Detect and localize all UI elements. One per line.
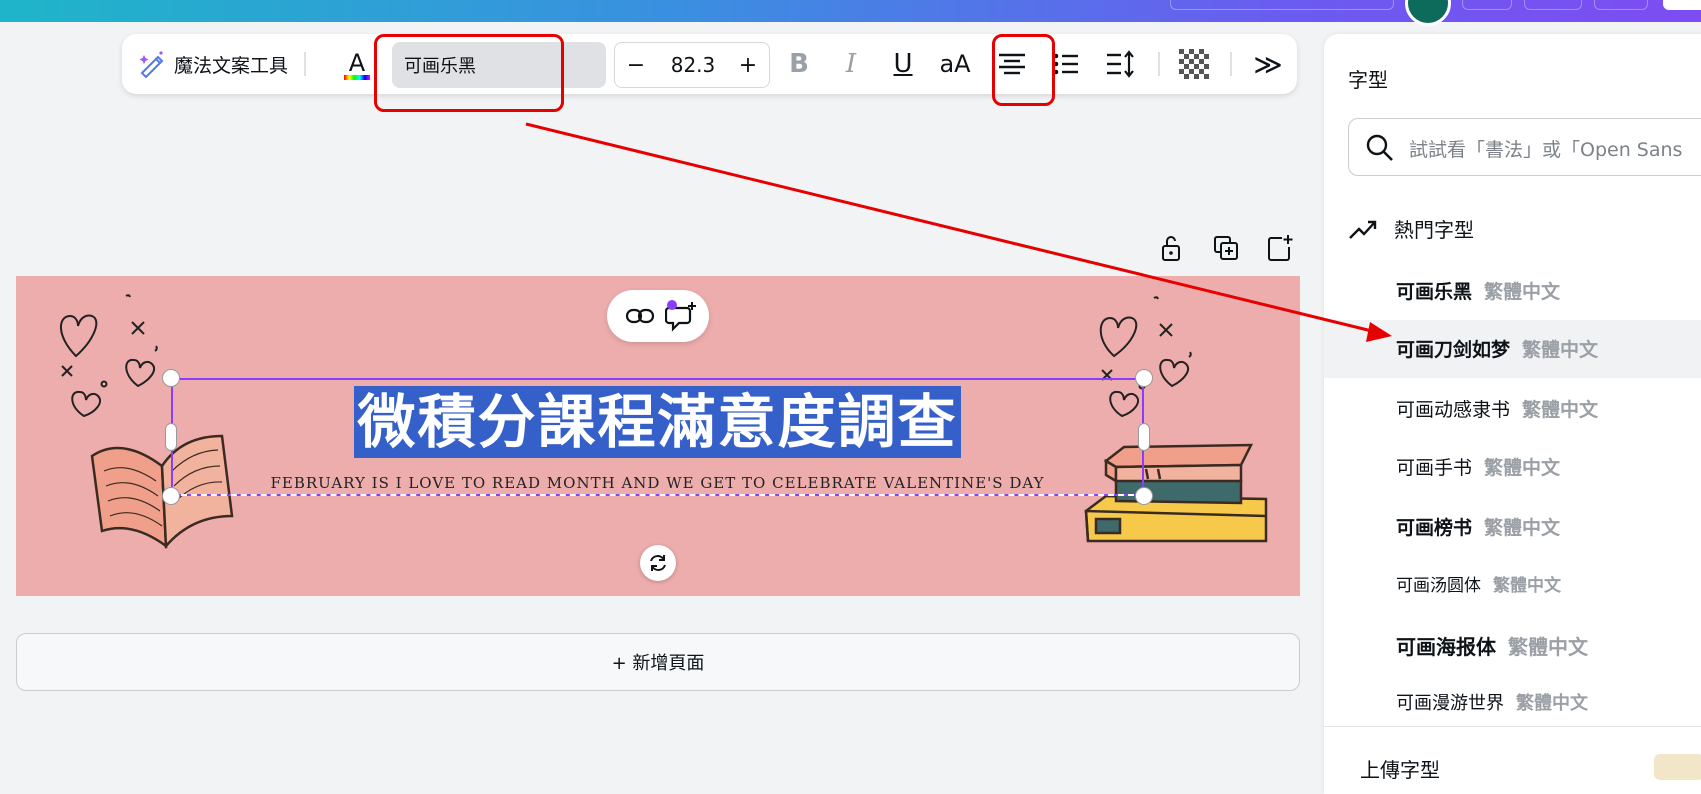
premium-badge	[1654, 754, 1701, 780]
font-option[interactable]: 可画漫游世界 繁體中文	[1324, 674, 1701, 732]
bold-button[interactable]: B	[784, 48, 814, 80]
resize-handle-top-left[interactable]	[162, 369, 180, 387]
font-option-tag: 繁體中文	[1484, 517, 1561, 539]
heading-text[interactable]: 微積分課程滿意度調查	[354, 386, 961, 458]
annotation-box-font	[374, 34, 564, 112]
share-button[interactable]	[1663, 0, 1701, 10]
editor-top-bar	[0, 0, 1701, 26]
toolbar-divider	[304, 52, 306, 76]
font-option-name: 可画汤圆体	[1396, 576, 1481, 596]
subheading-text[interactable]: FEBRUARY IS I LOVE TO READ MONTH AND WE …	[171, 474, 1144, 492]
font-panel: 字型 試試看「書法」或「Open Sans 熱門字型 可画乐黑 繁體中文 可画刀剑…	[1324, 34, 1701, 794]
underline-button[interactable]: U	[888, 48, 918, 80]
magic-write-label: 魔法文案工具	[174, 54, 289, 77]
panel-title: 字型	[1348, 68, 1388, 92]
font-option-name: 可画海报体	[1396, 635, 1496, 659]
subheading-dashed-outline	[171, 494, 1144, 496]
toolbar-divider	[1230, 52, 1232, 76]
add-page-button[interactable]: + 新增頁面	[16, 633, 1300, 691]
popular-fonts-label: 熱門字型	[1394, 218, 1474, 242]
font-option-tag: 繁體中文	[1508, 635, 1588, 659]
bullet-list-icon	[1053, 53, 1078, 75]
font-option-tag: 繁體中文	[1484, 281, 1561, 303]
top-bar-menu-button[interactable]	[1170, 0, 1394, 10]
font-option-tag: 繁體中文	[1522, 339, 1599, 361]
font-option-tag: 繁體中文	[1493, 576, 1561, 596]
font-option[interactable]: 可画榜书 繁體中文	[1324, 498, 1701, 556]
font-option-name: 可画漫游世界	[1396, 693, 1504, 714]
font-size-stepper: − 82.3 +	[614, 42, 770, 88]
add-page-icon[interactable]	[1266, 234, 1294, 262]
font-option-tag: 繁體中文	[1516, 693, 1588, 714]
rainbow-color-bar	[344, 74, 370, 80]
top-bar-button[interactable]	[1462, 0, 1512, 10]
resize-handle-top-right[interactable]	[1135, 369, 1153, 387]
duplicate-icon[interactable]	[1212, 234, 1240, 262]
italic-button[interactable]: I	[836, 48, 866, 80]
font-option[interactable]: 可画汤圆体 繁體中文	[1324, 556, 1701, 614]
magic-write-button[interactable]: 魔法文案工具	[136, 48, 288, 80]
font-option-name: 可画手书	[1396, 457, 1473, 479]
top-bar-button[interactable]	[1594, 0, 1648, 10]
font-option[interactable]: 可画乐黑 繁體中文	[1324, 262, 1701, 320]
search-icon	[1366, 134, 1393, 161]
upload-font-link[interactable]: 上傳字型	[1360, 754, 1440, 783]
font-option-name: 可画乐黑	[1396, 281, 1473, 303]
spacing-button[interactable]	[1102, 46, 1138, 82]
text-toolbar: 魔法文案工具 A 可画乐黑 − 82.3 + B I U aA ≫	[122, 34, 1297, 94]
font-option[interactable]: 可画刀剑如梦 繁體中文	[1324, 320, 1701, 378]
text-color-button[interactable]: A	[342, 46, 372, 82]
add-comment-icon[interactable]	[665, 300, 699, 332]
line-spacing-icon	[1107, 50, 1134, 78]
hearts-doodle-left	[60, 294, 158, 418]
font-option-tag: 繁體中文	[1484, 457, 1561, 479]
annotation-box-align	[992, 34, 1055, 106]
increase-size-button[interactable]: +	[733, 51, 763, 79]
decrease-size-button[interactable]: −	[621, 51, 651, 79]
font-option-name: 可画刀剑如梦	[1396, 339, 1511, 361]
text-color-letter: A	[348, 48, 366, 77]
font-option[interactable]: 可画动感隶书 繁體中文	[1324, 380, 1701, 438]
avatar[interactable]	[1405, 0, 1451, 26]
element-quick-actions	[607, 290, 709, 342]
font-option-name: 可画榜书	[1396, 517, 1473, 539]
rotate-icon	[650, 555, 666, 571]
transparency-button[interactable]	[1176, 46, 1212, 82]
font-option-tag: 繁體中文	[1522, 399, 1599, 421]
font-search-input[interactable]: 試試看「書法」或「Open Sans	[1348, 118, 1701, 176]
font-option[interactable]: 可画海报体 繁體中文	[1324, 616, 1701, 674]
magic-pen-icon	[139, 51, 164, 79]
font-size-input[interactable]: 82.3	[657, 53, 729, 77]
heading-text-box[interactable]: 微積分課程滿意度調查	[171, 386, 1144, 458]
link-icon[interactable]	[625, 304, 655, 328]
toolbar-divider	[1158, 52, 1160, 76]
more-options-button[interactable]: ≫	[1250, 46, 1286, 82]
transparency-checker-icon	[1179, 49, 1209, 79]
lock-icon[interactable]	[1157, 234, 1185, 262]
font-option-name: 可画动感隶书	[1396, 399, 1511, 421]
trending-icon	[1349, 220, 1377, 239]
top-bar-button[interactable]	[1524, 0, 1582, 10]
letter-case-button[interactable]: aA	[936, 48, 974, 80]
popular-fonts-heading: 熱門字型	[1348, 214, 1474, 243]
font-option[interactable]: 可画手书 繁體中文	[1324, 438, 1701, 496]
rotate-handle[interactable]	[640, 545, 676, 581]
search-placeholder: 試試看「書法」或「Open Sans	[1409, 139, 1683, 161]
panel-divider	[1324, 726, 1701, 727]
